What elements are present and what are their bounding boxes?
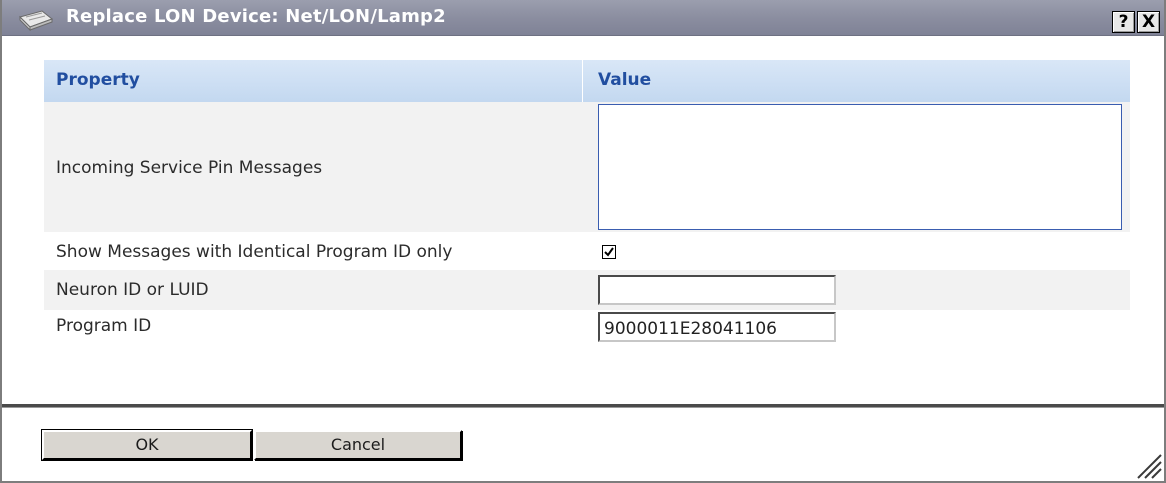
program-id-label: Program ID — [56, 316, 152, 336]
neuron-id-label: Neuron ID or LUID — [56, 280, 209, 300]
ok-button[interactable]: OK — [42, 430, 252, 460]
incoming-messages-row: Incoming Service Pin Messages — [44, 102, 1130, 232]
replace-lon-device-dialog: Replace LON Device: Net/LON/Lamp2 ? X Pr… — [0, 0, 1166, 483]
resize-grip-icon[interactable] — [1132, 449, 1162, 479]
property-table: Property Value Incoming Service Pin Mess… — [44, 60, 1130, 346]
neuron-id-row: Neuron ID or LUID — [44, 270, 1130, 310]
title-bar[interactable]: Replace LON Device: Net/LON/Lamp2 ? X — [2, 0, 1164, 36]
program-id-row: Program ID — [44, 310, 1130, 346]
header-separator — [582, 60, 583, 102]
cancel-button[interactable]: Cancel — [254, 430, 462, 460]
incoming-messages-label: Incoming Service Pin Messages — [56, 158, 323, 178]
incoming-messages-list[interactable] — [598, 104, 1122, 230]
checkmark-icon — [604, 247, 614, 257]
value-column-header: Value — [598, 70, 652, 90]
notepad-icon — [19, 10, 54, 31]
neuron-id-input[interactable] — [598, 275, 836, 305]
help-button[interactable]: ? — [1112, 11, 1135, 33]
show-identical-label: Show Messages with Identical Program ID … — [56, 242, 453, 262]
table-header: Property Value — [44, 60, 1130, 102]
close-button[interactable]: X — [1137, 11, 1160, 33]
property-column-header: Property — [56, 70, 140, 90]
window-title: Replace LON Device: Net/LON/Lamp2 — [66, 6, 446, 27]
footer-divider — [2, 404, 1164, 408]
show-identical-checkbox[interactable] — [602, 245, 616, 259]
program-id-input[interactable] — [598, 312, 836, 342]
show-identical-row: Show Messages with Identical Program ID … — [44, 232, 1130, 270]
